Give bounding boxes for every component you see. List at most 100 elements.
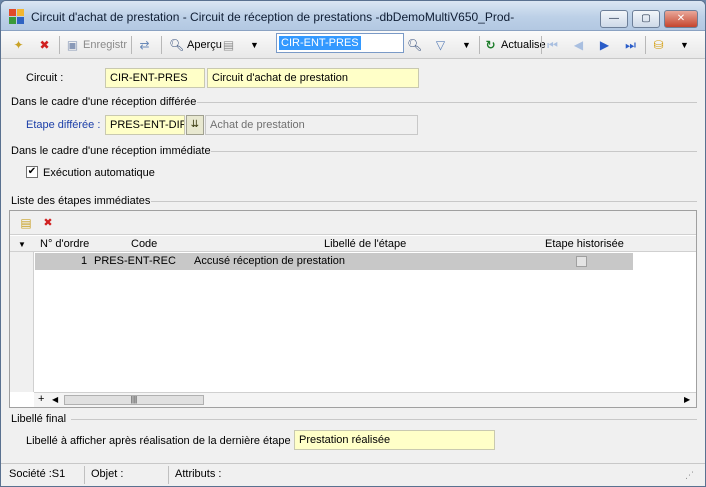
- column-header-code[interactable]: Code: [131, 238, 157, 250]
- horizontal-scrollbar[interactable]: + ◀ ||| ▶: [34, 392, 696, 407]
- group-divider: [211, 151, 697, 152]
- scroll-right-icon[interactable]: ▶: [684, 395, 690, 404]
- printer-icon: ▤: [222, 37, 235, 52]
- scroll-thumb[interactable]: |||: [64, 395, 204, 405]
- toolbar-separator: [645, 36, 646, 54]
- row-selector-arrow-icon: ▼: [18, 240, 26, 249]
- final-group-title: Libellé final: [11, 413, 67, 425]
- double-chevron-down-icon: ⇊: [190, 119, 200, 130]
- cell-historised-checkbox[interactable]: [576, 256, 587, 267]
- first-record-button[interactable]: ⏮: [545, 35, 560, 55]
- chevron-down-icon: ▼: [250, 39, 259, 50]
- app-icon: [9, 9, 25, 25]
- next-record-button[interactable]: ▶: [597, 35, 612, 55]
- close-button[interactable]: ✕: [664, 10, 698, 28]
- toolbar-separator: [479, 36, 480, 54]
- resize-grip-icon[interactable]: ⋰: [685, 470, 694, 481]
- next-icon: ▶: [599, 37, 610, 52]
- toolbar-separator: [59, 36, 60, 54]
- steps-group-title: Liste des étapes immédiates: [11, 195, 151, 207]
- column-header-label[interactable]: Libellé de l'étape: [324, 238, 406, 250]
- previous-record-button[interactable]: ◀: [571, 35, 586, 55]
- delete-row-icon: ✖: [43, 217, 53, 229]
- save-label: Enregistr: [83, 39, 128, 51]
- first-icon: ⏮: [547, 37, 558, 52]
- main-window: Circuit d'achat de prestation - Circuit …: [0, 0, 706, 487]
- last-record-button[interactable]: ⏭: [623, 35, 638, 55]
- toolbar-separator: [161, 36, 162, 54]
- status-object: Objet :: [87, 466, 169, 484]
- maximize-button[interactable]: ▢: [632, 10, 660, 28]
- cell-code: PRES-ENT-REC: [94, 255, 176, 267]
- deferred-group-title: Dans le cadre d'une réception différée: [11, 96, 197, 108]
- circuit-code-field[interactable]: CIR-ENT-PRES: [105, 68, 205, 88]
- print-button[interactable]: ▤: [221, 35, 236, 55]
- deferred-step-label: Etape différée :: [26, 119, 101, 131]
- group-divider: [71, 419, 697, 420]
- search-icon: 🔍︎: [407, 37, 423, 52]
- deferred-step-picker-button[interactable]: ⇊: [186, 115, 204, 135]
- refresh-arrows-icon: ⇄: [139, 37, 150, 52]
- column-header-order[interactable]: N° d'ordre: [40, 238, 89, 250]
- search-input[interactable]: CIR-ENT-PRES: [276, 33, 404, 53]
- cell-order: 1: [81, 255, 88, 267]
- grid-add-button[interactable]: ▤: [18, 215, 34, 231]
- filter-icon: ▽: [435, 37, 446, 52]
- preview-label: Aperçu: [187, 39, 222, 51]
- window-title: Circuit d'achat de prestation - Circuit …: [31, 10, 515, 24]
- status-attributes: Attributs :: [175, 468, 222, 480]
- chevron-down-icon: ▼: [462, 39, 471, 50]
- deferred-step-code-field[interactable]: PRES-ENT-DIF: [105, 115, 185, 135]
- auto-exec-checkbox[interactable]: ✔: [26, 166, 38, 178]
- search-input-value: CIR-ENT-PRES: [279, 36, 361, 50]
- refresh-label: Actualise: [501, 39, 546, 51]
- refresh-button[interactable]: ↻ Actualise: [483, 35, 546, 55]
- database-button[interactable]: ⛁: [651, 35, 666, 55]
- print-dropdown-button[interactable]: ▼: [247, 35, 262, 55]
- title-bar[interactable]: Circuit d'achat de prestation - Circuit …: [1, 1, 705, 31]
- status-bar: Société :S1 Objet : Attributs : ⋰: [1, 463, 705, 486]
- database-icon: ⛁: [653, 37, 664, 52]
- final-label: Libellé à afficher après réalisation de …: [26, 435, 297, 447]
- filter-dropdown-button[interactable]: ▼: [459, 35, 474, 55]
- final-value-field[interactable]: Prestation réalisée: [294, 430, 495, 450]
- checkmark-icon: ✔: [27, 166, 37, 177]
- new-document-icon: ✦: [13, 37, 24, 52]
- auto-exec-label: Exécution automatique: [43, 167, 155, 179]
- save-icon: ▣: [66, 37, 79, 52]
- group-divider: [197, 102, 697, 103]
- save-button[interactable]: ▣ Enregistr: [65, 35, 127, 55]
- delete-button[interactable]: ✖: [37, 35, 52, 55]
- grid-toolbar: ▤ ✖: [10, 211, 696, 235]
- last-icon: ⏭: [625, 37, 636, 52]
- add-row-icon[interactable]: +: [38, 393, 44, 405]
- steps-grid: ▤ ✖ ▼ N° d'ordre Code Libellé de l'étape…: [9, 210, 697, 408]
- new-button[interactable]: ✦: [11, 35, 26, 55]
- chevron-down-icon: ▼: [680, 39, 689, 50]
- status-company: Société :S1: [5, 466, 85, 484]
- cell-label: Accusé réception de prestation: [194, 255, 346, 267]
- group-divider: [151, 201, 697, 202]
- refresh-list-button[interactable]: ⇄: [137, 35, 152, 55]
- scroll-left-icon[interactable]: ◀: [52, 395, 58, 404]
- preview-button[interactable]: 🔍︎ Aperçu: [169, 35, 222, 55]
- toolbar: ✦ ✖ ▣ Enregistr ⇄ 🔍︎ Aperçu ▤ ▼ CIR-ENT-…: [1, 31, 705, 59]
- grid-delete-button[interactable]: ✖: [40, 215, 56, 231]
- circuit-label: Circuit :: [26, 72, 64, 84]
- toolbar-separator: [131, 36, 132, 54]
- column-header-historised[interactable]: Etape historisée: [545, 238, 624, 250]
- refresh-icon: ↻: [485, 37, 496, 52]
- row-selector-column: [10, 252, 34, 392]
- database-dropdown-button[interactable]: ▼: [677, 35, 692, 55]
- new-row-icon: ▤: [20, 216, 32, 230]
- minimize-button[interactable]: —: [600, 10, 628, 28]
- previous-icon: ◀: [573, 37, 584, 52]
- circuit-name-field[interactable]: Circuit d'achat de prestation: [207, 68, 419, 88]
- toolbar-separator: [541, 36, 542, 54]
- deferred-step-name-field: Achat de prestation: [205, 115, 418, 135]
- delete-icon: ✖: [39, 37, 50, 52]
- search-button[interactable]: 🔍︎: [407, 35, 422, 55]
- filter-button[interactable]: ▽: [433, 35, 448, 55]
- table-row[interactable]: 1 PRES-ENT-REC Accusé réception de prest…: [35, 253, 633, 270]
- grid-header: ▼ N° d'ordre Code Libellé de l'étape Eta…: [10, 236, 696, 252]
